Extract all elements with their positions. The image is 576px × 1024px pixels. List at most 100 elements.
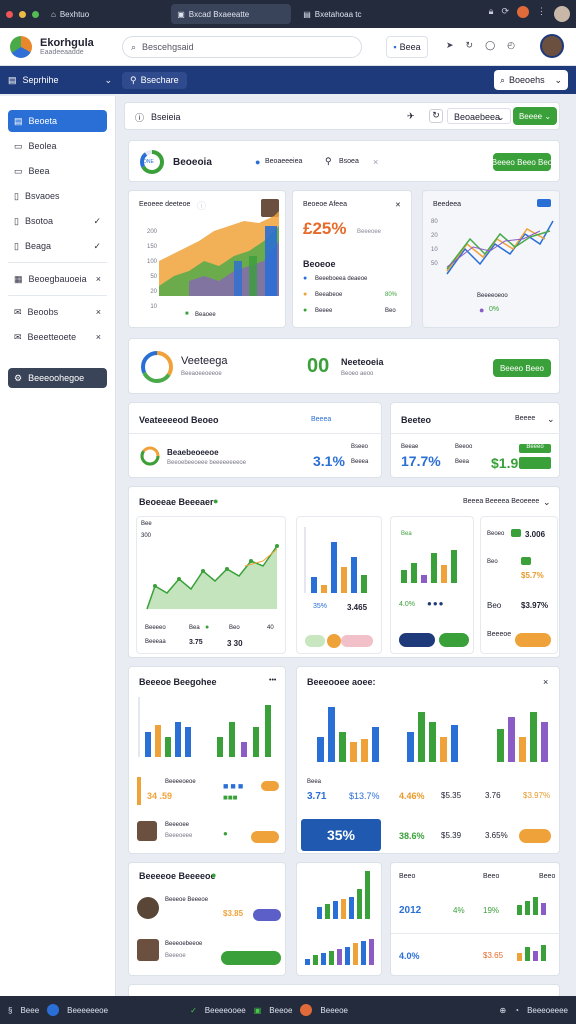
file-icon: ▯ [14,190,19,201]
section-filter[interactable]: Beeea Beeeea Beoeeee [463,498,539,505]
nav-pill[interactable] [439,633,469,647]
tab-label: Bexhtuo [59,9,90,19]
maximize-dot[interactable] [32,10,39,18]
tab-active[interactable]: ▣ Bxcad Bxaeeatte [171,4,292,24]
overview-action-button[interactable]: Beeeo Beeo [493,359,551,377]
sidebar-item-5[interactable]: ▯ Beaga ✓ [8,235,107,257]
sidebar-footer-button[interactable]: ⚙︎ Beeeoohegoe [8,368,107,388]
overview-value: 00 [307,355,330,377]
divider [8,295,107,296]
browser-icon[interactable] [47,1004,60,1016]
tab-home[interactable]: ⌂ Bexhtuo [45,4,95,24]
sidebar-item-4[interactable]: ▯ Bsotoa ✓ [8,210,107,232]
sidebar-item-label: Beeetteoete [27,332,77,342]
stat-label: Beeeeo [145,625,166,631]
close-icon[interactable]: × [373,157,378,167]
action-pill[interactable] [253,909,281,921]
user-avatar[interactable] [540,34,564,58]
toolbar: ⓘ Bseieia ✈︎ ↻ Beoaebeea ⌄ Beeee ⌄ [124,102,560,130]
more-icon[interactable]: ✕ [395,201,401,209]
bar-chart [138,697,271,757]
refresh-icon[interactable]: ⟳ [501,6,509,22]
y-axis: 80 20 10 50 [431,215,438,271]
search-box[interactable]: ⌕ Bescehgsaid [122,36,362,58]
row-label: Beo [487,559,498,565]
menu-icon[interactable]: ⋮ [537,6,546,22]
stat-value: 17.7% [401,453,441,469]
file-icon: ▯ [14,240,19,251]
notify-icon[interactable] [300,1004,313,1016]
chat-icon[interactable]: ◯ [485,40,495,51]
summary-action-button[interactable]: Beeeo Beeo Beo [492,153,552,171]
pin-icon[interactable]: ✈︎ [407,111,415,122]
folder-icon: ▭ [14,165,23,176]
share-icon[interactable]: ↻ [466,40,474,51]
tab-other[interactable]: ▤ Bxetahoaa tc [297,4,367,24]
sidebar-item-8[interactable]: ✉︎ Beeetteoete × [8,326,107,348]
lock-icon[interactable]: 🔒︎ [489,6,494,22]
chevron-down-icon[interactable]: ⌄ [547,414,555,425]
send-icon[interactable]: ➤ [446,40,454,51]
legend-value: 0% [489,306,500,313]
row-value: 4.0% [399,951,420,961]
status-pill[interactable] [341,635,373,647]
item-value: 3.1% [313,453,345,469]
row-value: 3.71 [307,791,327,802]
wifi-icon[interactable]: ◔ [514,1006,519,1015]
check-icon[interactable]: ▣ [254,1006,262,1015]
sidebar-item-label: Beaga [24,241,51,251]
toolbar-action-button[interactable]: Beeee ⌄ [513,107,557,125]
users-icon: ⚲ [130,74,137,85]
app-icon[interactable]: § [8,1006,12,1015]
search-placeholder[interactable]: Bescehgsaid [142,42,194,52]
page-icon: ▣ [177,9,185,19]
more-icon[interactable]: ••• [269,677,276,684]
row-value: 3.76 [485,791,501,800]
nav-menu[interactable]: ▤ Seprhihe ⌄ [8,75,112,86]
action-pill[interactable] [515,633,551,647]
profile-avatar[interactable] [554,6,570,22]
card-dropdown[interactable]: Beeee [515,415,535,422]
close-icon: × [95,274,101,284]
close-icon[interactable]: × [543,677,548,687]
status-pill[interactable] [305,635,325,647]
minimize-dot[interactable] [19,10,26,18]
expand-button[interactable] [537,199,551,207]
y-tick: 20 [431,233,438,239]
bar-chart [304,527,367,593]
filter-pill[interactable]: ▪ Beea [386,36,428,58]
nav-dropdown[interactable]: ⌕ Boeoehs ⌄ [494,70,568,90]
extension-icon[interactable] [517,6,529,18]
info-icon: ⓘ [135,113,145,123]
nav-pill[interactable] [399,633,435,647]
sidebar-item-6[interactable]: ▦ Beoegbauoeia × [8,268,107,290]
sync-icon[interactable]: ↻ [429,109,443,123]
nav-chip[interactable]: ⚲ Bsechare [122,71,187,89]
taskbar-label: Beeeoeeee [527,1005,568,1015]
globe-icon[interactable]: ⊕ [500,1006,507,1015]
browser-chrome: ⌂ Bexhtuo ▣ Bxcad Bxaeeatte ▤ Bxetahoaa tc … [0,0,576,28]
user-photo [137,939,159,961]
action-pill[interactable] [251,831,279,843]
check-icon[interactable]: ✓ [190,1006,197,1015]
close-dot[interactable] [6,10,13,18]
sidebar-item-3[interactable]: ▯ Bsvaoes [8,185,107,207]
stat-value: £25% [303,219,347,238]
y-tick: 50 [431,261,438,267]
action-pill[interactable] [221,951,281,965]
sidebar-item-7[interactable]: ✉︎ Beoobs × [8,301,107,323]
status-dot-icon: ● [211,870,217,880]
clock-icon[interactable]: ◴ [507,40,515,51]
chevron-down-icon[interactable]: ⌄ [543,497,551,508]
sidebar-item-1[interactable]: ▭ Beolea [8,135,107,157]
card-link[interactable]: Beeea [311,416,331,423]
sidebar-item-2[interactable]: ▭ Beea [8,160,107,182]
check-icon: ✓ [93,215,101,226]
sidebar-item-0[interactable]: ▤ Beoeta [8,110,107,132]
action-pill[interactable] [519,829,551,843]
section-title: Beoeeae Beeeaer [139,497,214,507]
status-dot-icon: ● [213,496,219,506]
row-label: Beeeoebeeoe [165,941,203,947]
taskbar-label: Beeoe [269,1005,293,1015]
close-icon: × [95,307,101,317]
